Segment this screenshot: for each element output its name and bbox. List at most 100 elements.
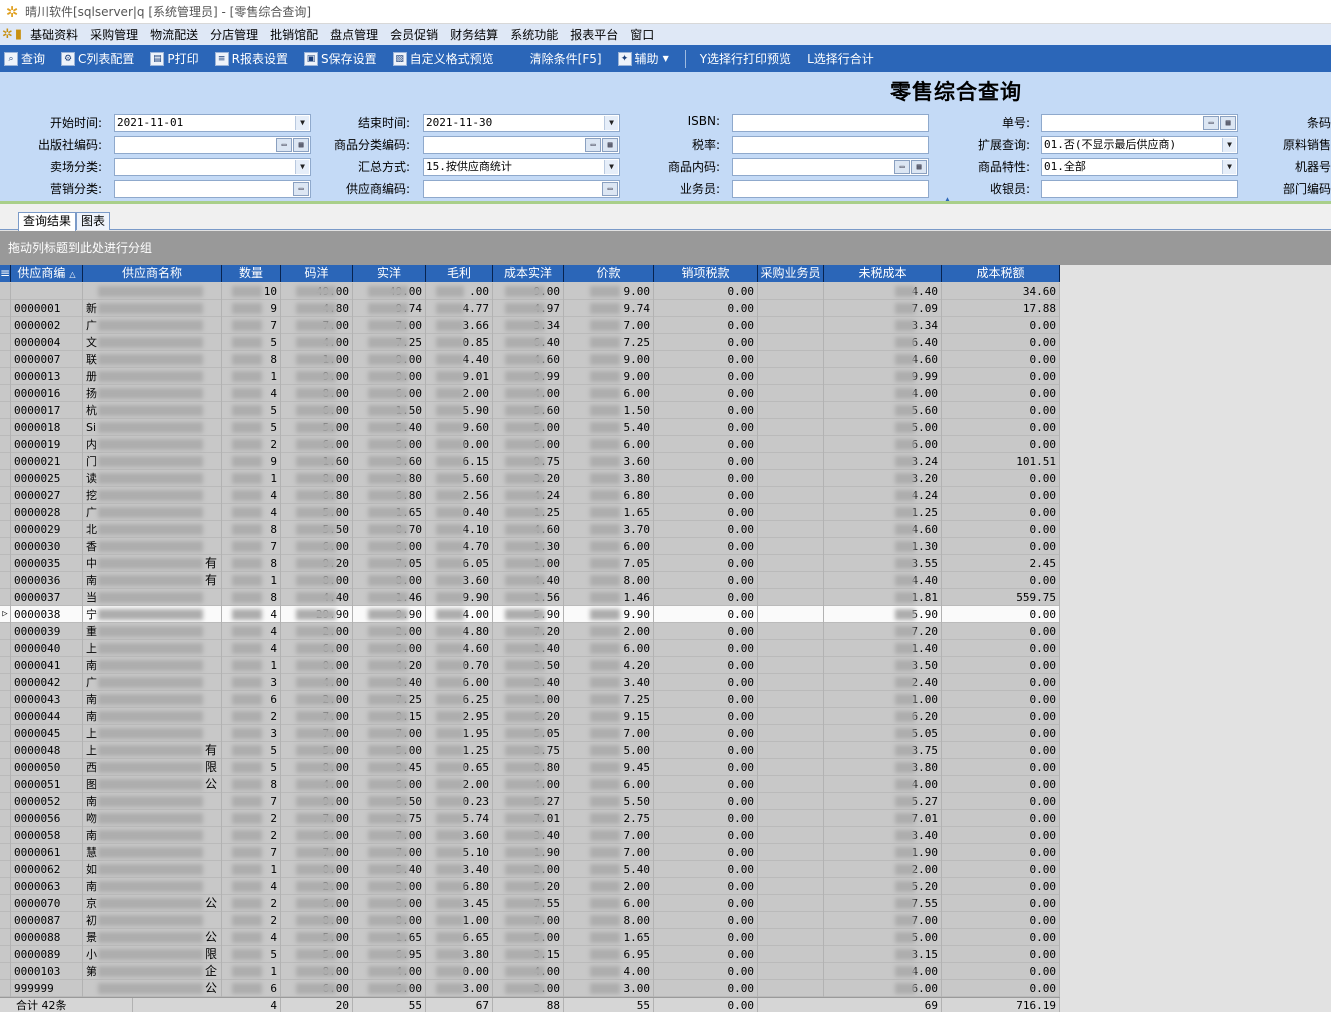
- row-indicator[interactable]: [0, 470, 11, 487]
- menu-purchase[interactable]: 采购管理: [84, 26, 144, 43]
- summary-mode-select[interactable]: 15.按供应商统计 ▼: [423, 158, 620, 176]
- column-config-button[interactable]: ⚙ C列表配置: [61, 50, 134, 67]
- table-row[interactable]: 0000029 北 8 5.50 8.70 4.10 4.60 3.70 0.00 4.60 0.0…: [0, 521, 1060, 538]
- table-row[interactable]: 0000028 广 4 5.00 1.65 0.40 1.25 1.65 0.00 1.25 0.0…: [0, 504, 1060, 521]
- row-indicator[interactable]: [0, 487, 11, 504]
- table-row[interactable]: 0000089 小 5 5.00 6.95 3.80 3.15 6.95 0.00 3.15 0.0…: [0, 946, 1060, 963]
- row-indicator[interactable]: [0, 980, 11, 997]
- row-indicator[interactable]: [0, 521, 11, 538]
- column-header-supplier-code[interactable]: 供应商编 △: [11, 265, 83, 282]
- table-row[interactable]: 0000030 香 7 6.00 6.00 4.70 1.30 6.00 0.00 1.30 0.0…: [0, 538, 1060, 555]
- order-no-field[interactable]: ▭ ▦: [1041, 114, 1238, 132]
- row-indicator[interactable]: [0, 402, 11, 419]
- column-header-price-amount[interactable]: 价款: [564, 265, 654, 282]
- supplier-code-field[interactable]: ▭: [423, 180, 620, 198]
- query-button[interactable]: ⌕ 查询: [4, 50, 45, 67]
- chevron-down-icon[interactable]: ▼: [604, 116, 618, 130]
- row-indicator[interactable]: [0, 878, 11, 895]
- row-indicator[interactable]: [0, 555, 11, 572]
- publisher-code-field[interactable]: ▭ ▦: [114, 136, 311, 154]
- table-row[interactable]: 0000001 新 9 4.80 9.74 4.77 4.97 9.74 0.00 7.09 17.…: [0, 300, 1060, 317]
- calendar-icon[interactable]: ▦: [602, 138, 618, 152]
- start-time-field[interactable]: 2021-11-01 ▼: [114, 114, 311, 132]
- row-indicator[interactable]: [0, 436, 11, 453]
- chevron-down-icon[interactable]: ▼: [1222, 138, 1236, 152]
- table-row[interactable]: 999999 6 6.00 6.00 3.00 3.00 3.00 0.00 6.00 0.00 公: [0, 980, 1060, 997]
- row-indicator[interactable]: [0, 963, 11, 980]
- table-row[interactable]: 0000017 杭 5 6.00 1.50 5.90 5.60 1.50 0.00 5.60 0.0…: [0, 402, 1060, 419]
- row-indicator[interactable]: [0, 861, 11, 878]
- browse-icon[interactable]: ▭: [276, 138, 292, 152]
- menu-window[interactable]: 窗口: [624, 26, 660, 43]
- table-row[interactable]: 0000007 联 8 1.00 9.00 4.40 4.60 9.00 0.00 4.60 0.0…: [0, 351, 1060, 368]
- table-row[interactable]: 0000056 吻 2 7.00 2.75 5.74 7.01 2.75 0.00 7.01 0.0…: [0, 810, 1060, 827]
- save-settings-button[interactable]: ▣ S保存设置: [304, 50, 377, 67]
- tab-chart[interactable]: 图表: [76, 212, 111, 230]
- table-row[interactable]: 0000002 广 7 7.00 7.00 3.66 3.34 7.00 0.00 3.34 0.0…: [0, 317, 1060, 334]
- table-row[interactable]: 0000048 上 5 5.00 5.00 1.25 3.75 5.00 0.00 3.75 0.0…: [0, 742, 1060, 759]
- table-row[interactable]: 0000063 南 4 2.00 2.00 6.80 5.20 2.00 0.00 5.20 0.0…: [0, 878, 1060, 895]
- chevron-down-icon[interactable]: ▼: [604, 160, 618, 174]
- column-header-untaxed-cost[interactable]: 未税成本: [824, 265, 942, 282]
- table-row[interactable]: 0000045 上 3 7.00 7.00 1.95 5.05 7.00 0.00 5.05 0.0…: [0, 725, 1060, 742]
- table-row[interactable]: 0000087 初 2 8.00 8.00 1.00 7.00 8.00 0.00 7.00 0.0…: [0, 912, 1060, 929]
- browse-icon[interactable]: ▭: [293, 182, 309, 196]
- table-row[interactable]: 0000103 第 1 8.00 4.00 0.00 4.00 4.00 0.00 4.00 0.0…: [0, 963, 1060, 980]
- menu-wholesale[interactable]: 批销馆配: [264, 26, 324, 43]
- row-indicator[interactable]: [0, 844, 11, 861]
- table-row[interactable]: 0000052 南 7 9.00 5.50 0.23 5.27 5.50 0.00 5.27 0.0…: [0, 793, 1060, 810]
- column-header-real-price[interactable]: 实洋: [353, 265, 426, 282]
- row-indicator[interactable]: [0, 572, 11, 589]
- menu-folder-icon[interactable]: ▮: [15, 27, 22, 42]
- row-indicator[interactable]: [0, 759, 11, 776]
- row-indicator[interactable]: [0, 895, 11, 912]
- calendar-icon[interactable]: ▦: [1220, 116, 1236, 130]
- current-row-icon[interactable]: ▷: [0, 606, 11, 623]
- menu-star-icon[interactable]: ✲: [2, 27, 13, 42]
- row-indicator[interactable]: [0, 657, 11, 674]
- row-indicator[interactable]: [0, 827, 11, 844]
- table-row[interactable]: 0000062 如 1 0.00 5.40 3.40 2.00 5.40 0.00 2.00 0.0…: [0, 861, 1060, 878]
- column-header-cost-real[interactable]: 成本实洋: [493, 265, 564, 282]
- row-indicator[interactable]: [0, 623, 11, 640]
- inner-code-field[interactable]: ▭ ▦: [732, 158, 929, 176]
- isbn-field[interactable]: [732, 114, 929, 132]
- category-code-field[interactable]: ▭ ▦: [423, 136, 620, 154]
- row-indicator[interactable]: [0, 283, 11, 300]
- column-header-supplier-name[interactable]: 供应商名称: [83, 265, 222, 282]
- row-indicator[interactable]: [0, 419, 11, 436]
- sum-selected-button[interactable]: L选择行合计: [807, 50, 874, 67]
- browse-icon[interactable]: ▭: [602, 182, 618, 196]
- menu-inventory[interactable]: 盘点管理: [324, 26, 384, 43]
- menu-logistics[interactable]: 物流配送: [144, 26, 204, 43]
- row-indicator[interactable]: [0, 300, 11, 317]
- table-row[interactable]: 0000004 文 5 4.00 7.25 0.85 6.40 7.25 0.00 6.40 0.0…: [0, 334, 1060, 351]
- assist-menu-button[interactable]: ✦ 辅助 ▼: [617, 50, 669, 67]
- table-row[interactable]: 0000041 南 1 0.00 4.20 0.70 3.50 4.20 0.00 3.50 0.0…: [0, 657, 1060, 674]
- column-header-purchase-clerk[interactable]: 采购业务员: [758, 265, 824, 282]
- tax-rate-field[interactable]: [732, 136, 929, 154]
- chevron-down-icon[interactable]: ▼: [295, 160, 309, 174]
- table-row[interactable]: 0000037 当 8 4.40 1.46 9.90 1.56 1.46 0.00 1.81 559…: [0, 589, 1060, 606]
- calendar-icon[interactable]: ▦: [293, 138, 309, 152]
- group-by-panel[interactable]: 拖动列标题到此处进行分组: [0, 231, 1331, 265]
- row-indicator[interactable]: [0, 725, 11, 742]
- row-indicator[interactable]: [0, 317, 11, 334]
- product-prop-select[interactable]: 01.全部 ▼: [1041, 158, 1238, 176]
- table-row[interactable]: 0000088 景 4 5.00 1.65 6.65 5.00 1.65 0.00 5.00 0.0…: [0, 929, 1060, 946]
- column-header-gross-profit[interactable]: 毛利: [426, 265, 493, 282]
- browse-icon[interactable]: ▭: [1203, 116, 1219, 130]
- table-row[interactable]: 0000042 广 3 4.00 8.40 6.00 2.40 3.40 0.00 2.40 0.0…: [0, 674, 1060, 691]
- column-header-cost-tax[interactable]: 成本税额: [942, 265, 1060, 282]
- menu-system[interactable]: 系统功能: [504, 26, 564, 43]
- row-indicator[interactable]: [0, 742, 11, 759]
- row-indicator[interactable]: [0, 368, 11, 385]
- row-indicator[interactable]: [0, 334, 11, 351]
- menu-finance[interactable]: 财务结算: [444, 26, 504, 43]
- sales-category-field[interactable]: ▭: [114, 180, 311, 198]
- column-header-qty[interactable]: 数量: [222, 265, 281, 282]
- column-header-list-price[interactable]: 码洋: [281, 265, 353, 282]
- menu-basic-data[interactable]: 基础资料: [24, 26, 84, 43]
- clear-conditions-button[interactable]: 清除条件[F5]: [530, 50, 602, 67]
- table-row[interactable]: 0000040 上 4 6.00 6.00 4.60 1.40 6.00 0.00 1.40 0.0…: [0, 640, 1060, 657]
